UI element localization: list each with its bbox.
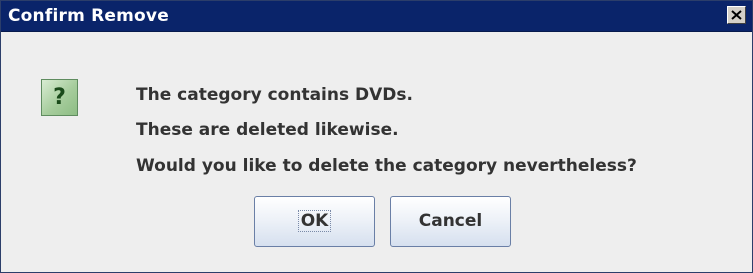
question-icon: ? (41, 79, 78, 116)
message-line: The category contains DVDs. (136, 85, 413, 105)
window-title: Confirm Remove (8, 6, 169, 26)
confirm-remove-dialog: Confirm Remove ? The category contains D… (0, 0, 753, 273)
dialog-content: ? The category contains DVDs. These are … (1, 32, 752, 272)
message-line: These are deleted likewise. (136, 120, 399, 140)
close-button[interactable] (727, 6, 746, 24)
cancel-button[interactable]: Cancel (390, 196, 511, 247)
message-line: Would you like to delete the category ne… (136, 156, 637, 176)
ok-button[interactable]: OK (254, 196, 375, 247)
title-bar[interactable]: Confirm Remove (1, 1, 752, 32)
ok-button-label: OK (297, 210, 332, 232)
close-icon (731, 10, 742, 20)
